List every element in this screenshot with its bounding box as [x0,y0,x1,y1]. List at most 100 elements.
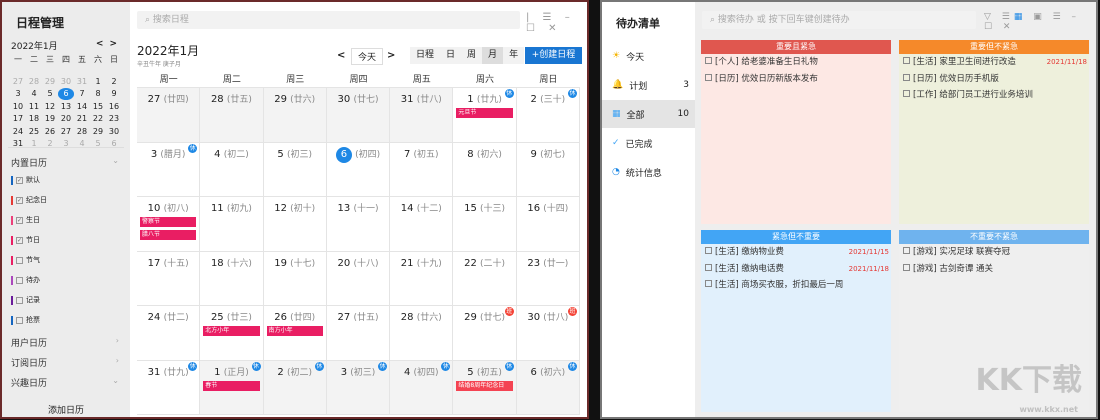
nav-item[interactable]: ▦ 全部 10 [602,100,695,128]
day-cell[interactable]: 27 (廿四) [137,88,201,143]
day-cell[interactable]: 8 (初六) [453,142,517,197]
day-cell[interactable]: 31 (廿八) [390,88,454,143]
mini-day[interactable]: 14 [74,101,90,113]
mini-day[interactable]: 20 [58,113,74,125]
mini-day[interactable]: 25 [26,126,42,138]
mini-day[interactable]: 5 [42,88,58,100]
mini-day[interactable]: 17 [10,113,26,125]
todo-item[interactable]: [个人] 给老婆准备生日礼物 [701,54,891,71]
day-cell[interactable]: 3 (腊月) 休 [137,142,201,197]
day-cell[interactable]: 26 (廿四) 南方小年 [263,306,327,361]
todo-checkbox[interactable] [903,73,910,81]
event-chip[interactable]: 腊八节 [140,230,197,240]
day-cell[interactable]: 28 (廿六) [390,306,454,361]
event-chip[interactable]: 南方小年 [266,326,323,336]
day-cell[interactable]: 29 (廿七) 班 [453,306,517,361]
toolbar-controls[interactable]: ▽ ☰▦ ▣ ☰ – ☐ ✕ [984,12,1096,32]
mini-day[interactable]: 4 [26,88,42,100]
day-cell[interactable]: 6 (初四) [326,142,391,197]
todo-checkbox[interactable] [705,247,712,254]
mini-day[interactable]: 23 [106,113,122,125]
window-controls[interactable]: | ☰ – ☐ ✕ [526,12,587,34]
mini-day[interactable]: 15 [90,101,106,113]
day-cell[interactable]: 28 (廿五) [200,88,264,143]
event-chip[interactable]: 北方小年 [203,326,260,336]
todo-item[interactable]: [游戏] 实况足球 联赛夺冠 [899,244,1089,261]
mini-day[interactable]: 31 [74,76,90,88]
today-button[interactable]: 今天 [351,48,384,65]
day-cell[interactable]: 14 (十二) [390,197,454,252]
day-cell[interactable]: 15 (十三) [453,197,517,252]
nav-item[interactable]: ✓ 已完成 [602,129,695,157]
mini-day[interactable]: 2 [106,76,122,88]
calendar-checkbox[interactable] [16,276,23,284]
todo-checkbox[interactable] [705,263,712,271]
todo-checkbox[interactable] [903,263,910,271]
view-tab[interactable]: 月 [482,47,504,64]
day-cell[interactable]: 17 (十五) [137,251,201,306]
day-cell[interactable]: 13 (十一) [326,197,391,252]
day-cell[interactable]: 21 (十九) [390,251,454,306]
todo-item[interactable]: [生活] 缴纳电话费 2021/11/18 [701,261,891,278]
calendar-item[interactable]: ✓ 生日 [11,215,40,225]
todo-checkbox[interactable] [705,57,712,64]
todo-item[interactable]: [工作] 给部门员工进行业务培训 [899,87,1089,104]
mini-day[interactable]: 21 [74,113,90,125]
mini-day[interactable]: 3 [10,88,26,100]
mini-day[interactable]: 27 [10,76,26,88]
calendar-checkbox[interactable] [16,296,23,304]
day-cell[interactable]: 30 (廿七) [326,88,391,143]
day-cell[interactable]: 27 (廿五) [326,306,391,361]
mini-next-button[interactable]: > [109,39,123,49]
calendar-item[interactable]: 抢票 [11,315,40,325]
calendar-checkbox[interactable]: ✓ [16,196,23,204]
mini-day[interactable]: 9 [106,88,122,100]
day-cell[interactable]: 19 (十七) [263,251,327,306]
day-cell[interactable]: 3 (初三) 休 [326,360,391,415]
section-subscribed-calendars[interactable]: 订阅日历 › [11,356,123,369]
day-cell[interactable]: 29 (廿六) [263,88,327,143]
day-cell[interactable]: 23 (廿一) [516,251,580,306]
mini-day[interactable]: 27 [58,126,74,138]
todo-item[interactable]: [游戏] 古剑奇谭 通关 [899,261,1089,278]
mini-day[interactable]: 7 [74,88,90,100]
day-cell[interactable]: 18 (十六) [200,251,264,306]
day-cell[interactable]: 11 (初九) [200,197,264,252]
mini-day[interactable]: 26 [42,126,58,138]
add-calendar-button[interactable]: 添加日历 [2,403,130,416]
day-cell[interactable]: 7 (初五) [390,142,454,197]
day-cell[interactable]: 9 (初七) [516,142,580,197]
mini-day[interactable]: 28 [26,76,42,88]
event-chip[interactable]: 结婚8周年纪念日 [456,380,513,391]
mini-day[interactable]: 22 [90,113,106,125]
todo-item[interactable]: [生活] 商场买衣服，折扣最后一周 [701,277,891,294]
mini-day[interactable]: 8 [90,88,106,100]
mini-day[interactable]: 29 [42,76,58,88]
day-cell[interactable]: 20 (十八) [326,251,391,306]
mini-day[interactable]: 1 [90,76,106,88]
view-tab[interactable]: 日 [440,47,461,64]
day-cell[interactable]: 2 (三十) 休 [516,88,580,143]
todo-item[interactable]: [生活] 家里卫生间进行改造 2021/11/18 [899,54,1089,71]
day-cell[interactable]: 25 (廿三) 北方小年 [200,306,264,361]
day-cell[interactable]: 4 (初二) [200,142,264,197]
day-cell[interactable]: 24 (廿二) [137,306,201,361]
create-event-button[interactable]: +创建日程 [525,47,582,64]
day-cell[interactable]: 30 (廿八) 班 [516,306,580,361]
nav-item[interactable]: ◔ 统计信息 [602,158,695,186]
day-cell[interactable]: 12 (初十) [263,197,327,252]
day-cell[interactable]: 5 (初五) 休结婚8周年纪念日 [453,360,517,415]
calendar-item[interactable]: 记录 [11,295,40,305]
day-cell[interactable]: 10 (初八) 警察节 腊八节 [137,197,201,252]
todo-item[interactable]: [日历] 优效日历新版本发布 [701,71,891,88]
calendar-checkbox[interactable] [16,316,23,324]
todo-item[interactable]: [日历] 优效日历手机版 [899,71,1089,88]
mini-day[interactable]: 18 [26,113,42,125]
search-input[interactable]: ⌕ 搜索日程 [137,11,520,29]
mini-day[interactable]: 10 [10,101,26,113]
mini-day[interactable]: 6 [58,88,74,100]
view-tab[interactable]: 周 [461,47,482,64]
todo-checkbox[interactable] [903,57,910,64]
day-cell[interactable]: 16 (十四) [516,197,580,252]
event-chip[interactable]: 元旦节 [456,108,513,118]
